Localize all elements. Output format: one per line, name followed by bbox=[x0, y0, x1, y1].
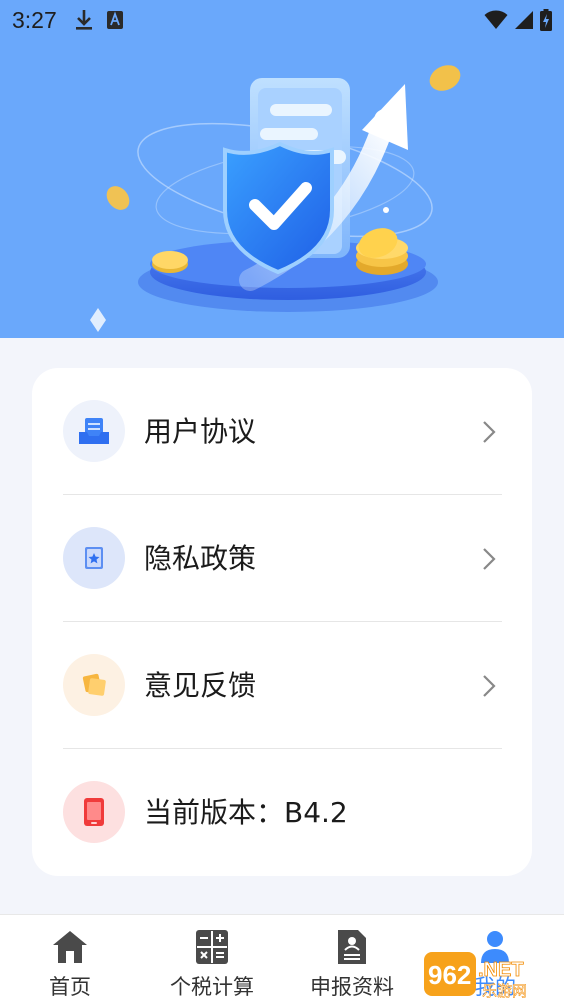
a-notification-icon bbox=[106, 11, 123, 29]
phone-icon bbox=[63, 781, 125, 843]
watermark-text-net: .NET bbox=[478, 959, 524, 981]
download-icon bbox=[75, 10, 92, 30]
menu-item-label: 隐私政策 bbox=[144, 542, 257, 575]
menu-item-privacy-policy[interactable]: 隐私政策 bbox=[32, 495, 532, 622]
hero-illustration bbox=[90, 65, 461, 332]
document-person-icon bbox=[338, 930, 366, 964]
tab-home[interactable]: 首页 bbox=[30, 915, 110, 1004]
tab-label: 申报资料 bbox=[310, 975, 394, 999]
signal-icon bbox=[515, 11, 533, 29]
home-icon bbox=[53, 931, 87, 963]
tab-tax-calculator[interactable]: 个税计算 bbox=[160, 915, 264, 1004]
menu-item-version: 当前版本：B4.2 bbox=[32, 749, 532, 876]
calculator-icon bbox=[196, 930, 228, 964]
version-label: 当前版本：B4.2 bbox=[144, 796, 348, 829]
watermark-text-sub: 乐游网 bbox=[482, 982, 527, 1000]
watermark-text-main: 962 bbox=[428, 960, 471, 990]
watermark-logo: 962 .NET 乐游网 bbox=[424, 952, 527, 1000]
feedback-notes-icon bbox=[63, 654, 125, 716]
hero-banner: 3:27 bbox=[0, 0, 564, 338]
status-time: 3:27 bbox=[12, 6, 57, 33]
screen: 3:27 用户协议 隐私政策 意见反馈 当前版本：B4.2 首页 个税计算 申报… bbox=[0, 0, 564, 1004]
wifi-icon bbox=[484, 10, 508, 29]
tab-label: 首页 bbox=[49, 975, 91, 999]
tab-label: 个税计算 bbox=[170, 975, 254, 999]
privacy-book-icon bbox=[63, 527, 125, 589]
tab-declaration-materials[interactable]: 申报资料 bbox=[300, 915, 404, 1004]
battery-charging-icon bbox=[540, 9, 552, 31]
status-bar: 3:27 bbox=[0, 0, 564, 40]
menu-item-label: 用户协议 bbox=[144, 415, 257, 448]
menu-item-feedback[interactable]: 意见反馈 bbox=[32, 622, 532, 749]
document-tray-icon bbox=[63, 400, 125, 462]
chevron-right-icon bbox=[483, 548, 496, 570]
menu-item-label: 意见反馈 bbox=[144, 669, 257, 702]
chevron-right-icon bbox=[483, 421, 496, 443]
chevron-right-icon bbox=[483, 675, 496, 697]
menu-item-user-agreement[interactable]: 用户协议 bbox=[32, 368, 532, 495]
settings-menu-card: 用户协议 隐私政策 意见反馈 当前版本：B4.2 bbox=[32, 368, 532, 876]
